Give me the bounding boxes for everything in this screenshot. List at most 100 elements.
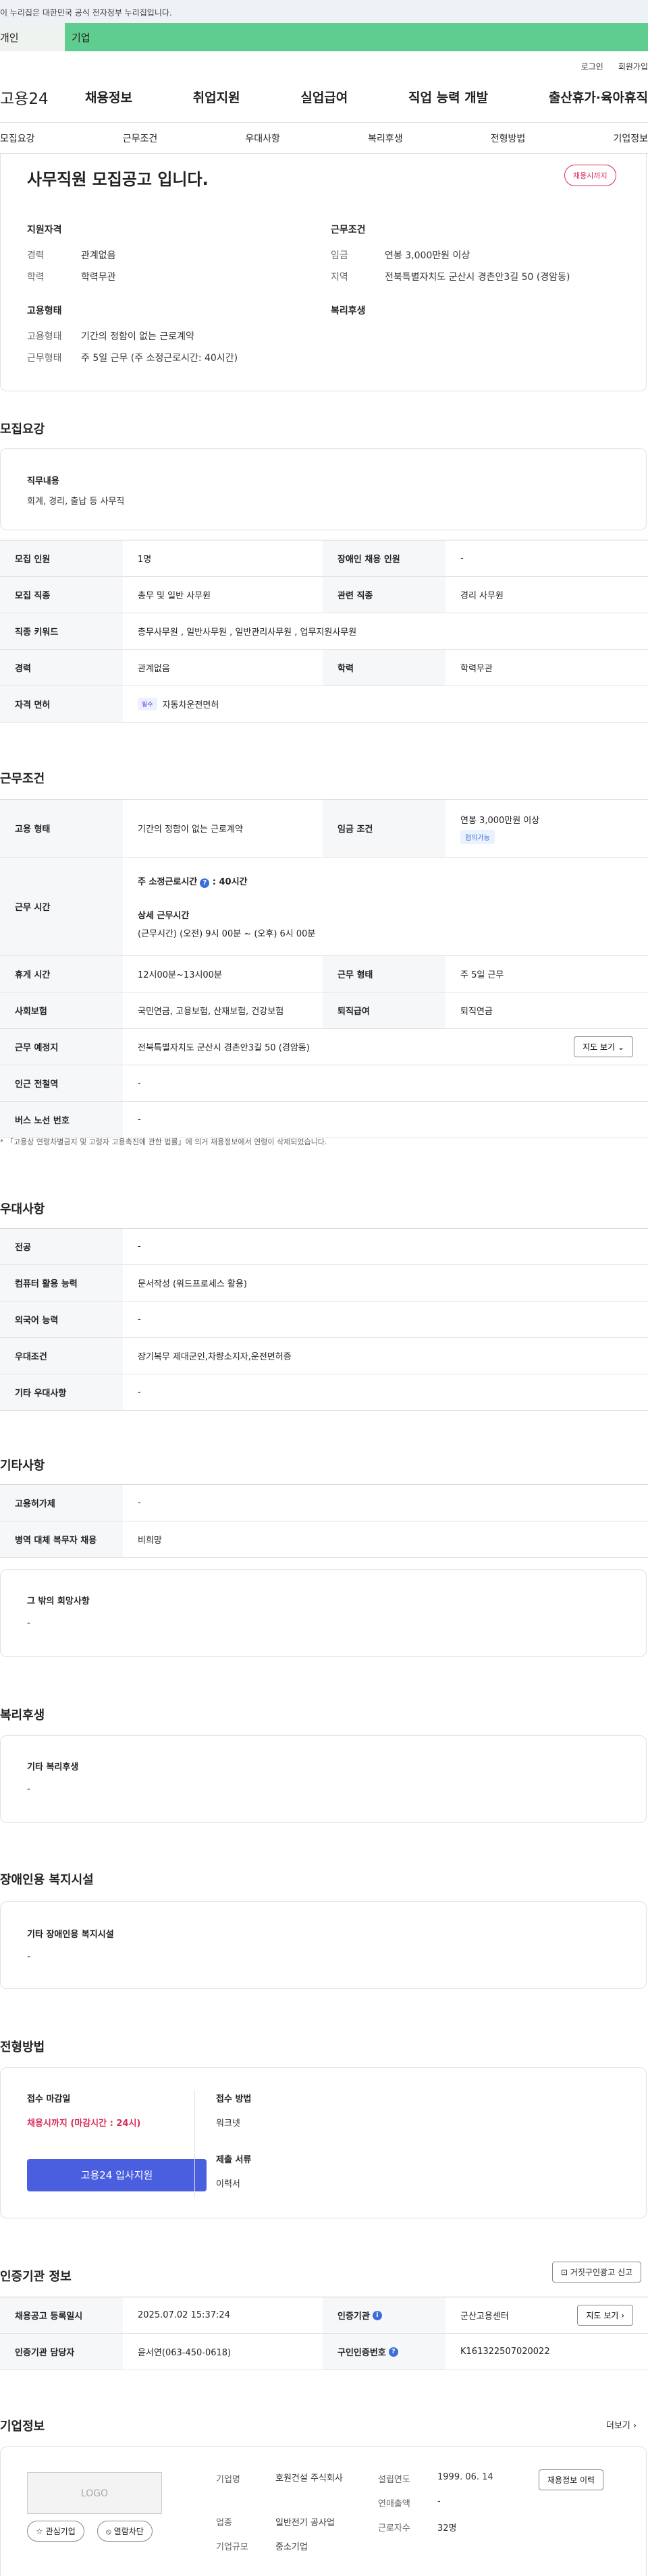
duty-card xyxy=(0,448,647,530)
nav-item-leave[interactable]: 출산휴가·육아휴직 xyxy=(549,88,648,106)
people-key: 모집 인원 xyxy=(0,540,123,576)
emp-value: 기간의 정함이 없는 근로계약 xyxy=(138,824,243,835)
more-link[interactable]: 더보기 › xyxy=(606,2418,637,2431)
util-menu: 로그인 회원가입 xyxy=(0,51,648,72)
interest-button[interactable]: ☆ 관심기업 xyxy=(27,2521,84,2542)
tab-welfare[interactable]: 복리후생 xyxy=(368,132,403,145)
place-value: 전북특별자치도 군산시 경촌안3길 50 (경암동) xyxy=(138,1043,310,1053)
more-label: 더보기 xyxy=(606,2421,630,2431)
pc-value: 문서작성 (워드프로세스 활용) xyxy=(138,1279,247,1289)
rest-value: 12시00분~13시00분 xyxy=(138,970,222,980)
career-value: 관계없음 xyxy=(81,250,116,261)
ins-key: 사회보험 xyxy=(0,992,123,1028)
num-key: 구인인증번호? xyxy=(323,2334,446,2370)
job-key: 모집 직종 xyxy=(0,577,123,613)
rest-key: 휴게 시간 xyxy=(0,956,123,992)
emp-count-value: 32명 xyxy=(437,2523,457,2533)
nav-item-training[interactable]: 직업 능력 개발 xyxy=(408,88,488,106)
keyword-key: 직종 키워드 xyxy=(0,613,123,649)
org-cell: 군산고용센터 지도 보기 › xyxy=(446,2297,648,2333)
tab-pref[interactable]: 우대사항 xyxy=(245,132,280,145)
user-type-bar: 개인 기업 xyxy=(0,23,648,51)
cname-value: 호원건설 주식회사 xyxy=(275,2473,343,2484)
sales-key: 연매출액 xyxy=(378,2499,410,2509)
join-link[interactable]: 회원가입 xyxy=(618,61,648,72)
form-key: 근무 형태 xyxy=(323,956,446,992)
permit-value: - xyxy=(138,1498,141,1508)
welfare-title: 복리후생 xyxy=(331,306,366,316)
pref-heading: 우대사항 xyxy=(0,1202,45,1216)
process-card xyxy=(0,2067,647,2218)
process-heading: 전형방법 xyxy=(0,2040,45,2054)
sales-value: - xyxy=(437,2496,441,2507)
num-key-label: 구인인증번호 xyxy=(338,2348,386,2358)
section-tabs: 모집요강 근무조건 우대사항 복리후생 전형방법 기업정보 xyxy=(0,123,648,154)
qual-title: 지원자격 xyxy=(27,225,62,235)
size-value: 중소기업 xyxy=(275,2542,308,2552)
map-button[interactable]: 지도 보기 ⌄ xyxy=(574,1036,633,1057)
org-map-button[interactable]: 지도 보기 › xyxy=(577,2305,633,2326)
star-icon: ☆ xyxy=(36,2527,43,2536)
ret-key: 퇴직급여 xyxy=(323,992,446,1028)
emp-key: 고용 형태 xyxy=(0,800,123,857)
disab-heading: 장애인용 복지시설 xyxy=(0,1873,94,1887)
welfare-heading: 복리후생 xyxy=(0,1708,45,1723)
other-heading: 기타사항 xyxy=(0,1459,45,1473)
info-icon[interactable]: ? xyxy=(388,2347,398,2357)
size-key: 기업규모 xyxy=(216,2542,248,2552)
time-detail-label: 상세 근무시간 xyxy=(138,910,190,921)
ins-value: 국민연금, 고용보험, 산재보험, 건강보험 xyxy=(138,1007,284,1017)
tab-personal[interactable]: 개인 xyxy=(0,23,65,51)
tab-business[interactable]: 기업 xyxy=(65,23,648,51)
tab-process[interactable]: 전형방법 xyxy=(491,132,526,145)
disabled-key: 장애인 채용 인원 xyxy=(323,540,446,576)
biz-value: 일반전기 공사업 xyxy=(275,2518,335,2528)
emp-title: 고용형태 xyxy=(27,306,62,316)
time-cell: 주 소정근로시간? : 40시간 상세 근무시간 (근무시간) (오전) 9시 … xyxy=(123,858,315,955)
cname-key: 기업명 xyxy=(216,2475,240,2485)
tab-company[interactable]: 기업정보 xyxy=(613,132,648,145)
date-value: 2025.07.02 15:37:24 xyxy=(138,2310,230,2320)
main-nav: 고용24 채용정보 취업지원 실업급여 직업 능력 개발 출산휴가·육아휴직 xyxy=(0,72,648,123)
site-logo[interactable]: 고용24 xyxy=(0,86,85,109)
petc-key: 기타 우대사항 xyxy=(0,1374,123,1410)
company-heading: 기업정보 xyxy=(0,2419,45,2434)
rel-value: 경리 사무원 xyxy=(460,591,504,601)
company-logo: LOGO xyxy=(27,2472,162,2514)
other-etc-value: - xyxy=(27,1618,31,1629)
nav-item-benefit[interactable]: 실업급여 xyxy=(300,88,348,106)
worktype-value: 주 5일 근무 (주 소정근로시간: 40시간) xyxy=(81,353,238,364)
work-table: 고용 형태 기간의 정함이 없는 근로계약 임금 조건 연봉 3,000만원 이… xyxy=(0,799,648,1138)
petc-value: - xyxy=(138,1387,141,1397)
mgr-key: 인증기관 담당자 xyxy=(0,2334,123,2370)
deadline-value: 채용시까지 (마감시간 : 24시) xyxy=(27,2119,141,2129)
time-weekly-value: : 40시간 xyxy=(212,876,248,887)
cond-title: 근무조건 xyxy=(331,225,366,235)
chevron-right-icon: › xyxy=(621,2311,624,2320)
permit-key: 고용허가제 xyxy=(0,1485,123,1521)
major-key: 전공 xyxy=(0,1229,123,1264)
wage-value: 연봉 3,000만원 이상 xyxy=(385,250,470,261)
place-key: 근무 예정지 xyxy=(0,1029,123,1065)
apply-button[interactable]: 고용24 입사지원 xyxy=(27,2159,207,2191)
place-cell: 전북특별자치도 군산시 경촌안3길 50 (경암동) 지도 보기 ⌄ xyxy=(123,1029,648,1065)
login-link[interactable]: 로그인 xyxy=(581,61,603,72)
tab-recruit[interactable]: 모집요강 xyxy=(0,132,35,145)
nav-item-support[interactable]: 취업지원 xyxy=(193,88,240,106)
time-weekly: 주 소정근로시간? : 40시간 xyxy=(138,874,248,888)
report-button[interactable]: ⊡ 거짓구인광고 신고 xyxy=(552,2262,642,2283)
tab-work[interactable]: 근무조건 xyxy=(123,132,158,145)
region-key: 지역 xyxy=(331,272,348,283)
info-icon[interactable]: i xyxy=(372,2310,382,2320)
time-weekly-label: 주 소정근로시간 xyxy=(138,876,198,887)
ret-value: 퇴직연금 xyxy=(460,1007,493,1017)
info-icon[interactable]: ? xyxy=(200,878,210,888)
edu-key2: 학력 xyxy=(323,650,446,685)
history-button[interactable]: 채용정보 이력 xyxy=(539,2469,604,2490)
bus-value: - xyxy=(138,1115,141,1125)
required-pill: 필수 xyxy=(138,698,157,710)
block-button[interactable]: ⦸ 열람차단 xyxy=(97,2521,153,2542)
subway-value: - xyxy=(138,1078,141,1088)
page-title: 사무직원 모집공고 입니다. xyxy=(27,170,209,189)
nav-item-jobs[interactable]: 채용정보 xyxy=(85,88,132,106)
